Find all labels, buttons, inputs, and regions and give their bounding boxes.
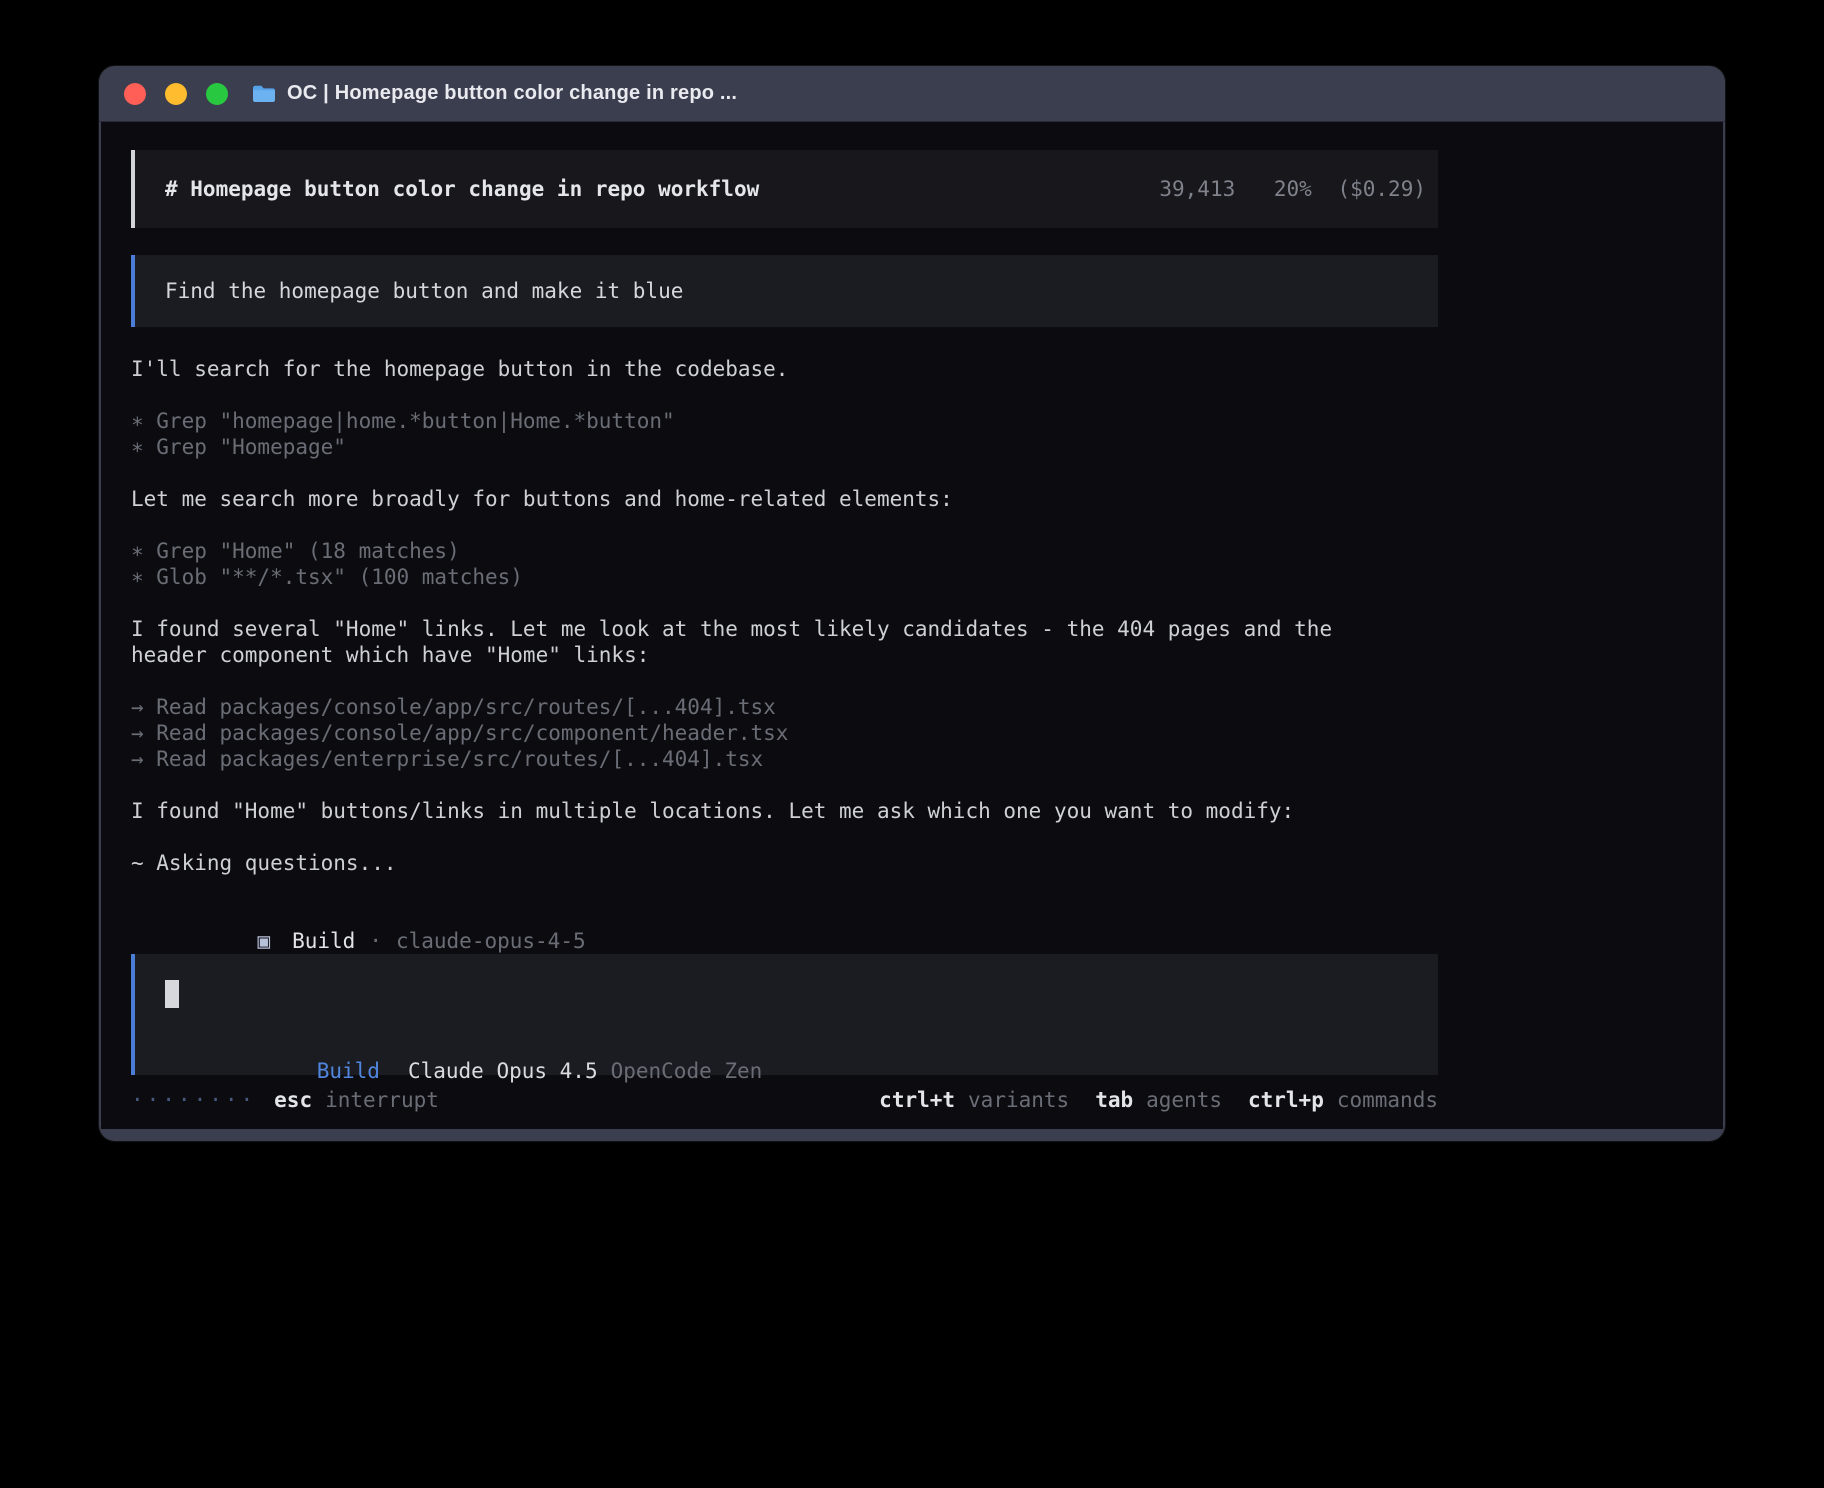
shortcut-label: variants: [968, 1088, 1069, 1112]
text-cursor: [165, 980, 179, 1008]
traffic-lights: [124, 83, 228, 105]
shortcut-key: tab: [1095, 1088, 1133, 1112]
agent-status-line: ▣Build·claude-opus-4-5: [131, 902, 1438, 928]
terminal-content[interactable]: # Homepage button color change in repo w…: [101, 122, 1723, 1129]
transcript-line: I'll search for the homepage button in t…: [131, 356, 1438, 382]
provider-name: OpenCode Zen: [611, 1059, 763, 1083]
desktop: OC | Homepage button color change in rep…: [0, 0, 1824, 1488]
mode-badge: Build: [317, 1059, 380, 1083]
transcript-line: I found "Home" buttons/links in multiple…: [131, 798, 1438, 824]
agent-separator: ·: [369, 929, 382, 953]
shortcut-commands: ctrl+p commands: [1248, 1088, 1438, 1112]
agent-name: Build: [292, 929, 355, 953]
transcript-line: ∗ Grep "Homepage": [131, 434, 1438, 460]
user-message: Find the homepage button and make it blu…: [131, 255, 1438, 327]
transcript-line: → Read packages/console/app/src/routes/[…: [131, 694, 1438, 720]
transcript-paragraph: I'll search for the homepage button in t…: [131, 356, 1438, 382]
transcript-line: header component which have "Home" links…: [131, 642, 1438, 668]
esc-key-label: interrupt: [325, 1088, 439, 1112]
esc-key-hint: esc: [274, 1088, 312, 1112]
transcript-line: Let me search more broadly for buttons a…: [131, 486, 1438, 512]
prompt-input[interactable]: BuildClaude Opus 4.5OpenCode Zen: [131, 954, 1438, 1075]
transcript-paragraph: ∗ Grep "Home" (18 matches)∗ Glob "**/*.t…: [131, 538, 1438, 590]
transcript-paragraph: I found "Home" buttons/links in multiple…: [131, 798, 1438, 824]
agent-icon: ▣: [257, 929, 270, 953]
close-button[interactable]: [124, 83, 146, 105]
transcript-paragraph: Let me search more broadly for buttons a…: [131, 486, 1438, 512]
minimize-button[interactable]: [165, 83, 187, 105]
shortcut-key: ctrl+p: [1248, 1088, 1324, 1112]
session-title: # Homepage button color change in repo w…: [165, 177, 1159, 201]
spinner-dots: ········: [131, 1088, 256, 1112]
transcript-line: → Read packages/enterprise/src/routes/[.…: [131, 746, 1438, 772]
user-message-text: Find the homepage button and make it blu…: [165, 279, 683, 303]
status-bar: ········ esc interrupt ctrl+t variants t…: [131, 1087, 1438, 1113]
shortcut-label: commands: [1337, 1088, 1438, 1112]
transcript-line: ∗ Grep "homepage|home.*button|Home.*butt…: [131, 408, 1438, 434]
transcript-line: ∗ Grep "Home" (18 matches): [131, 538, 1438, 564]
transcript-paragraph: → Read packages/console/app/src/routes/[…: [131, 694, 1438, 772]
session-cost: ($0.29): [1337, 177, 1426, 201]
folder-icon: [252, 84, 276, 104]
transcript-line: I found several "Home" links. Let me loo…: [131, 616, 1438, 642]
zoom-button[interactable]: [206, 83, 228, 105]
model-name: Claude Opus 4.5: [408, 1059, 598, 1083]
transcript-line: ∗ Glob "**/*.tsx" (100 matches): [131, 564, 1438, 590]
window-title: OC | Homepage button color change in rep…: [287, 82, 737, 105]
transcript: I'll search for the homepage button in t…: [131, 356, 1438, 876]
token-count: 39,413: [1159, 177, 1235, 201]
transcript-line: ~ Asking questions...: [131, 850, 1438, 876]
shortcut-label: agents: [1146, 1088, 1222, 1112]
window-titlebar: OC | Homepage button color change in rep…: [99, 66, 1725, 122]
session-stats: 39,413 20% ($0.29): [1159, 177, 1426, 201]
session-header: # Homepage button color change in repo w…: [131, 150, 1438, 228]
status-left: ········ esc interrupt: [131, 1088, 439, 1112]
transcript-paragraph: I found several "Home" links. Let me loo…: [131, 616, 1438, 668]
context-percent: 20%: [1274, 177, 1312, 201]
shortcut-variants: ctrl+t variants: [879, 1088, 1069, 1112]
window-title-group: OC | Homepage button color change in rep…: [252, 82, 737, 105]
agent-model: claude-opus-4-5: [396, 929, 586, 953]
shortcut-agents: tab agents: [1095, 1088, 1222, 1112]
shortcut-key: ctrl+t: [879, 1088, 955, 1112]
transcript-paragraph: ~ Asking questions...: [131, 850, 1438, 876]
transcript-line: → Read packages/console/app/src/componen…: [131, 720, 1438, 746]
prompt-meta-row: BuildClaude Opus 4.5OpenCode Zen: [165, 1032, 1438, 1058]
terminal-window: OC | Homepage button color change in rep…: [99, 66, 1725, 1141]
status-right: ctrl+t variants tab agents ctrl+p comman…: [879, 1088, 1438, 1112]
transcript-paragraph: ∗ Grep "homepage|home.*button|Home.*butt…: [131, 408, 1438, 460]
